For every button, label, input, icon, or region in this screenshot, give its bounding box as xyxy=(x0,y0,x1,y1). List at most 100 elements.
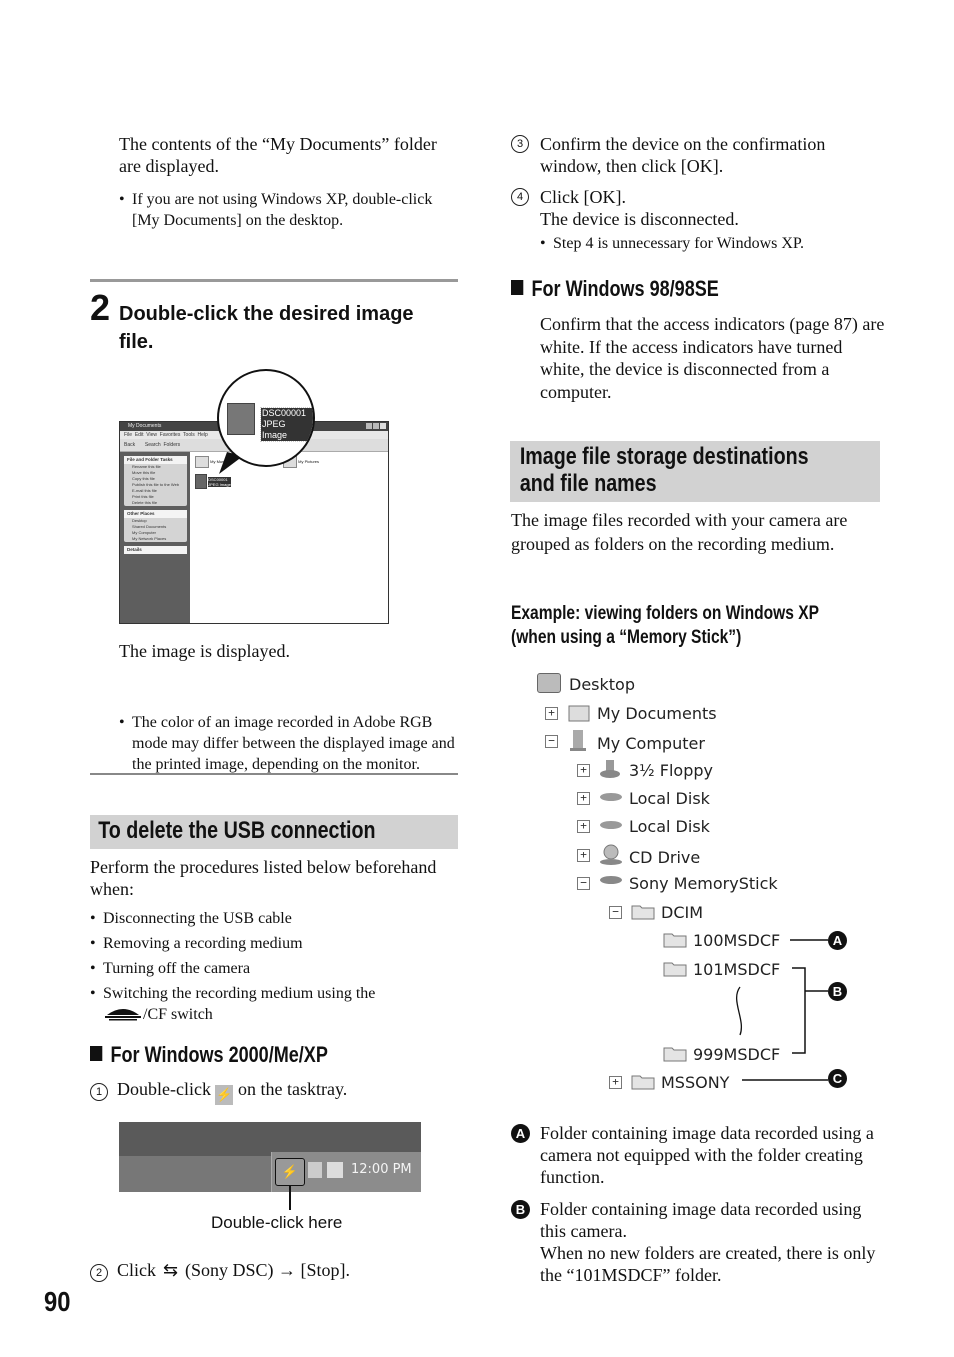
tree-item-sony-memorystick[interactable]: − Sony MemoryStick xyxy=(577,872,778,894)
panel-title[interactable]: File and Folder Tasks xyxy=(124,456,187,464)
panel-details: Details xyxy=(124,546,187,554)
usb-bullet: Turning off the camera xyxy=(90,956,450,981)
panel-other-places: Other Places Desktop Shared Documents My… xyxy=(124,510,187,542)
hard-disk-icon xyxy=(599,787,622,805)
menu-view[interactable]: View xyxy=(146,432,157,438)
close-icon[interactable] xyxy=(380,423,386,429)
storage-intro: The image files recorded with your camer… xyxy=(511,510,848,554)
win98-heading: For Windows 98/98SE xyxy=(511,276,719,302)
jpeg-file-icon-large xyxy=(227,403,255,435)
storage-title-line1: Image file storage destinations xyxy=(519,443,809,470)
intro-note: If you are not using Windows XP, double-… xyxy=(119,189,442,231)
folders-button[interactable]: Folders xyxy=(163,442,180,448)
panel-title[interactable]: Other Places xyxy=(124,510,187,518)
win2000-heading: For Windows 2000/Me/XP xyxy=(90,1042,328,1068)
system-tray: ⚡ 12:00 PM xyxy=(271,1152,421,1192)
step-number-2: 2 xyxy=(90,1264,108,1282)
legend-item-b: B Folder containing image data recorded … xyxy=(511,1198,881,1286)
memory-stick-icon xyxy=(103,1005,143,1021)
usb-step4: 4 Click [OK]. The device is disconnected… xyxy=(511,186,881,254)
menu-edit[interactable]: Edit xyxy=(135,432,144,438)
desktop-icon xyxy=(537,673,561,693)
my-documents-icon xyxy=(567,702,590,722)
taskbar-clock: 12:00 PM xyxy=(351,1162,412,1177)
square-bullet-icon xyxy=(90,1046,103,1061)
usb-intro: Perform the procedures listed below befo… xyxy=(90,857,437,899)
usb-bullet: Switching the recording medium using the… xyxy=(90,981,450,1025)
collapse-toggle[interactable]: − xyxy=(609,906,622,919)
page-number: 90 xyxy=(44,1286,71,1317)
expand-toggle[interactable]: + xyxy=(609,1076,622,1089)
marker-b: B xyxy=(828,982,847,1001)
expand-toggle[interactable]: + xyxy=(577,792,590,805)
displayed-note: The color of an image recorded in Adobe … xyxy=(119,712,462,775)
section-divider xyxy=(90,279,458,282)
hard-disk-icon xyxy=(599,815,622,833)
menu-favorites[interactable]: Favorites xyxy=(160,432,181,438)
tree-callout-lines xyxy=(735,939,828,1081)
tree-item-desktop[interactable]: Desktop xyxy=(537,673,635,695)
storage-section-header: Image file storage destinations and file… xyxy=(510,441,880,502)
folder-icon xyxy=(195,456,209,468)
tray-icon[interactable] xyxy=(327,1162,343,1178)
menu-file[interactable]: File xyxy=(124,432,132,438)
collapse-toggle[interactable]: − xyxy=(577,877,590,890)
magnifier-callout: DSC00001 JPEG Image xyxy=(217,369,315,467)
folder-icon xyxy=(631,1071,655,1090)
maximize-icon[interactable] xyxy=(373,423,379,429)
usb-step2: 2 Click ⇆ (Sony DSC) → [Stop]. xyxy=(90,1259,350,1282)
tree-item-my-documents[interactable]: + My Documents xyxy=(545,702,717,724)
intro-text: The contents of the “My Documents” folde… xyxy=(119,134,437,176)
step-number-3: 3 xyxy=(511,135,529,153)
tree-item-floppy[interactable]: + 3½ Floppy xyxy=(577,759,713,781)
marker-a: A xyxy=(828,931,847,950)
safely-remove-hardware-tray-icon[interactable]: ⚡ xyxy=(275,1158,305,1186)
place-item[interactable]: My Network Places xyxy=(124,536,187,542)
tree-item-dcim[interactable]: − DCIM xyxy=(609,901,703,923)
panel-title[interactable]: Details xyxy=(124,546,187,554)
task-pane: File and Folder Tasks Rename this file M… xyxy=(120,452,190,623)
window-title: My Documents xyxy=(128,423,162,429)
folder-icon xyxy=(663,1043,687,1062)
expand-toggle[interactable]: + xyxy=(577,764,590,777)
step-number-1: 1 xyxy=(90,1083,108,1101)
usb-step1: 1 Double-click ⚡ on the tasktray. xyxy=(90,1078,347,1105)
usb-section-title: To delete the USB connection xyxy=(98,817,376,844)
usb-bullet: Removing a recording medium xyxy=(90,931,450,956)
callout-label: Double-click here xyxy=(211,1213,343,1232)
tree-item-local-disk[interactable]: + Local Disk xyxy=(577,815,710,837)
step-number-4: 4 xyxy=(511,188,529,206)
floppy-drive-icon xyxy=(599,759,621,778)
step-title: Double-click the desired image file. xyxy=(119,303,414,353)
tree-item-local-disk[interactable]: + Local Disk xyxy=(577,787,710,809)
menu-help[interactable]: Help xyxy=(198,432,208,438)
cd-drive-icon xyxy=(599,844,622,865)
tree-item-cd-drive[interactable]: + CD Drive xyxy=(577,844,700,867)
step-number: 2 xyxy=(90,287,111,328)
tray-icon[interactable] xyxy=(308,1162,322,1178)
folder-icon xyxy=(663,929,687,948)
tree-item-my-computer[interactable]: − My Computer xyxy=(545,730,705,753)
menu-tools[interactable]: Tools xyxy=(183,432,195,438)
minimize-icon[interactable] xyxy=(366,423,372,429)
expand-toggle[interactable]: + xyxy=(545,707,558,720)
my-computer-icon xyxy=(567,730,589,751)
marker-a: A xyxy=(511,1124,530,1143)
removable-disk-icon xyxy=(599,872,622,890)
usb-bullet: Disconnecting the USB cable xyxy=(90,906,450,931)
panel-file-tasks: File and Folder Tasks Rename this file M… xyxy=(124,456,187,506)
back-button[interactable]: Back xyxy=(124,442,135,448)
usb-device-icon: ⇆ xyxy=(162,1260,179,1280)
usb-bullet-list: Disconnecting the USB cable Removing a r… xyxy=(90,906,450,1025)
example-heading: Example: viewing folders on Windows XP (… xyxy=(511,603,820,648)
file-label-magnified: DSC00001 JPEG Image xyxy=(260,407,313,442)
expand-toggle[interactable]: + xyxy=(577,849,590,862)
search-button[interactable]: Search xyxy=(145,442,161,448)
taskbar-screenshot: ⚡ 12:00 PM xyxy=(119,1122,421,1192)
safely-remove-hardware-icon: ⚡ xyxy=(215,1085,234,1105)
expand-toggle[interactable]: + xyxy=(577,820,590,833)
task-item[interactable]: Delete this file xyxy=(124,500,187,506)
displayed-text: The image is displayed. xyxy=(119,641,290,661)
square-bullet-icon xyxy=(511,280,524,295)
collapse-toggle[interactable]: − xyxy=(545,735,558,748)
